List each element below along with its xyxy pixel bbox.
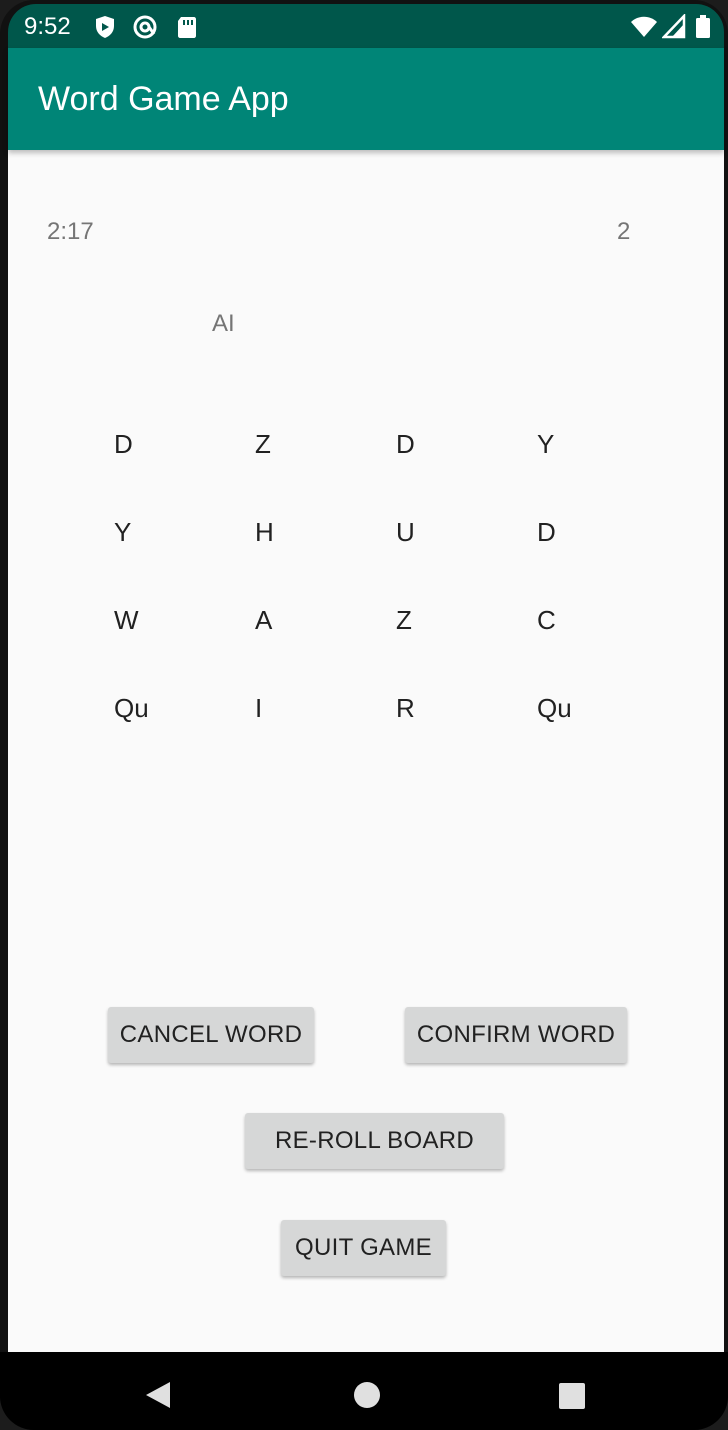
letter-tile[interactable]: R bbox=[396, 688, 516, 758]
letter-tile[interactable]: Z bbox=[396, 600, 516, 670]
sd-card-icon bbox=[174, 14, 200, 40]
score-label: 2 bbox=[617, 218, 631, 245]
wifi-icon bbox=[630, 14, 657, 40]
letter-tile[interactable]: Y bbox=[114, 512, 234, 582]
letter-tile[interactable]: H bbox=[255, 512, 375, 582]
letter-tile[interactable]: A bbox=[255, 600, 375, 670]
letter-tile[interactable]: D bbox=[537, 512, 657, 582]
quit-game-button[interactable]: QUIT GAME bbox=[281, 1220, 446, 1276]
status-time: 9:52 bbox=[24, 13, 71, 40]
navigation-bar bbox=[0, 1352, 728, 1430]
letter-tile[interactable]: C bbox=[537, 600, 657, 670]
cancel-word-button[interactable]: CANCEL WORD bbox=[108, 1007, 314, 1063]
status-bar: 9:52 bbox=[8, 4, 724, 48]
letter-tile[interactable]: W bbox=[114, 600, 234, 670]
app-bar: Word Game App bbox=[8, 48, 724, 150]
letter-tile[interactable]: I bbox=[255, 688, 375, 758]
recents-icon[interactable] bbox=[557, 1381, 587, 1416]
letter-tile[interactable]: U bbox=[396, 512, 516, 582]
timer-label: 2:17 bbox=[47, 218, 94, 245]
shield-icon bbox=[92, 14, 118, 40]
app-title: Word Game App bbox=[38, 80, 289, 118]
back-icon[interactable] bbox=[140, 1378, 174, 1417]
confirm-word-button[interactable]: CONFIRM WORD bbox=[405, 1007, 627, 1063]
current-word-label: AI bbox=[212, 310, 235, 337]
reroll-board-button[interactable]: RE-ROLL BOARD bbox=[245, 1113, 504, 1169]
letter-tile[interactable]: Qu bbox=[537, 688, 657, 758]
phone-screen: 9:52 Word Game App 2:17 2 AI D Z D Y Y H… bbox=[0, 0, 728, 1430]
letter-tile[interactable]: Y bbox=[537, 424, 657, 494]
letter-tile[interactable]: D bbox=[396, 424, 516, 494]
letter-tile[interactable]: Qu bbox=[114, 688, 234, 758]
letter-tile[interactable]: D bbox=[114, 424, 234, 494]
letter-tile[interactable]: Z bbox=[255, 424, 375, 494]
at-sign-icon bbox=[132, 14, 158, 40]
battery-icon bbox=[694, 14, 720, 40]
signal-icon bbox=[661, 12, 688, 40]
game-screen: 2:17 2 AI D Z D Y Y H U D W A Z C Qu I R… bbox=[8, 150, 724, 1352]
home-icon[interactable] bbox=[351, 1379, 383, 1416]
